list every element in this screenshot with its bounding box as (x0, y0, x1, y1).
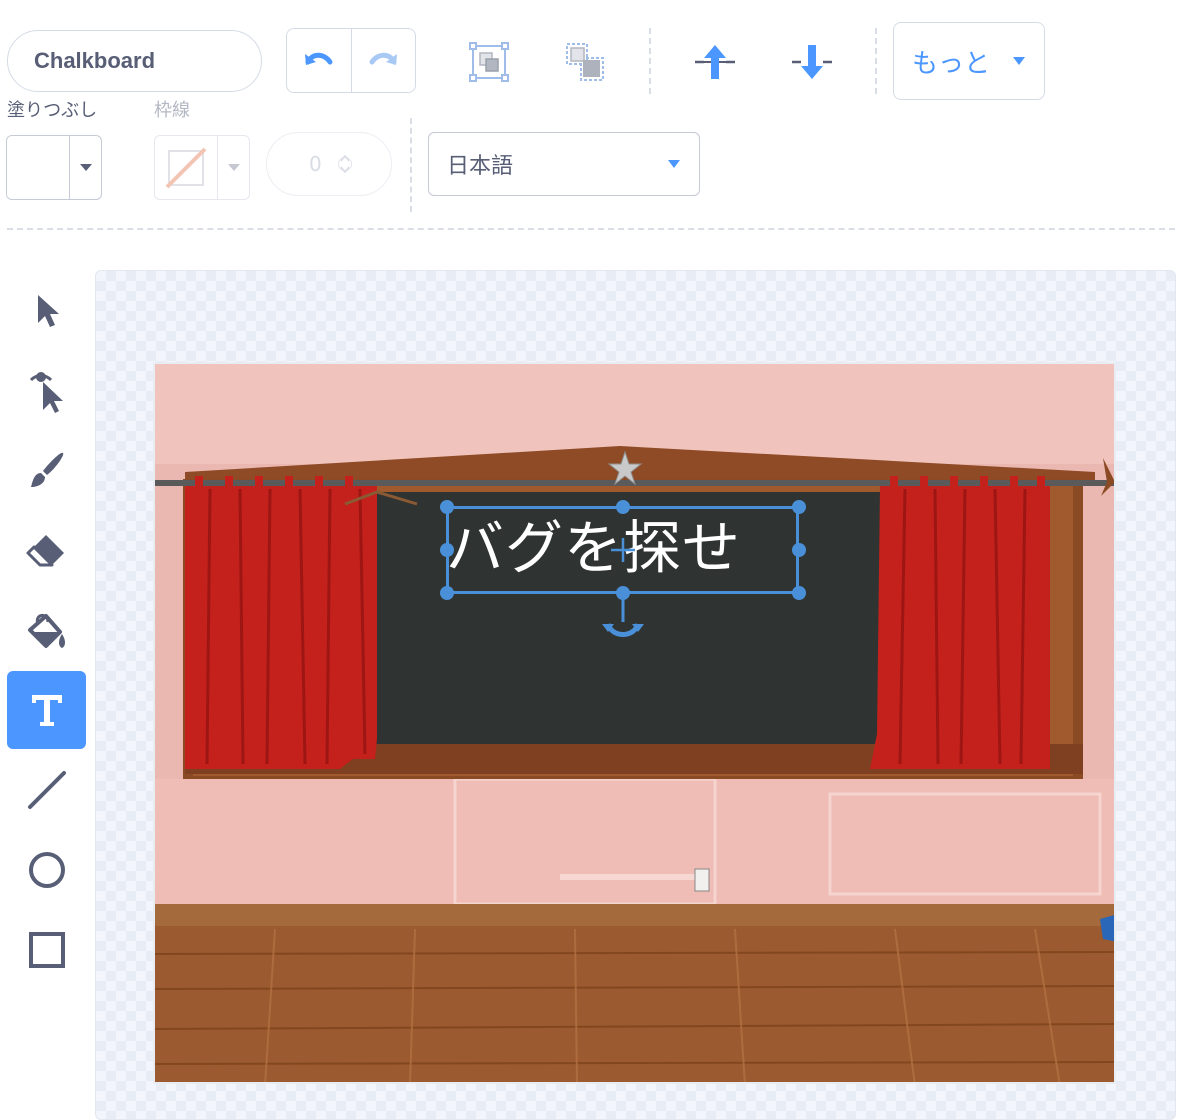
line-icon (27, 771, 66, 809)
stepper-icon (337, 154, 352, 174)
outline-color-picker[interactable] (154, 135, 250, 200)
outline-swatch (155, 136, 217, 199)
arrow-select-icon (37, 295, 59, 327)
fill-label: 塗りつぶし (7, 100, 98, 121)
paint-bucket-icon (27, 614, 65, 648)
ungroup-icon (566, 43, 604, 81)
classroom-illustration (155, 364, 1114, 1082)
group-button[interactable] (467, 40, 511, 84)
tool-select[interactable] (7, 272, 86, 350)
outline-dropdown[interactable] (217, 136, 249, 199)
resize-handle-top-left (440, 500, 454, 514)
resize-handle-bottom-left (440, 586, 454, 600)
caret-down-icon (227, 164, 240, 171)
outline-label: 枠線 (154, 100, 190, 121)
fill-color-picker[interactable] (6, 135, 102, 200)
backward-icon (792, 45, 832, 79)
tool-fill[interactable] (7, 592, 86, 670)
undo-icon (304, 52, 333, 65)
tool-text[interactable] (7, 671, 86, 749)
undo-button[interactable] (287, 29, 351, 92)
font-select[interactable]: 日本語 (428, 132, 700, 196)
toolbar-divider (875, 28, 877, 94)
text-icon (31, 695, 62, 726)
forward-icon (695, 45, 735, 79)
circle-icon (28, 852, 65, 888)
redo-icon (369, 52, 398, 65)
toolbar-divider (410, 118, 412, 212)
tool-line[interactable] (7, 751, 86, 829)
resize-handle-top-right (792, 500, 806, 514)
undo-redo-group (286, 28, 416, 93)
tool-circle[interactable] (7, 831, 86, 909)
outline-width-value: 0 (309, 152, 322, 176)
tool-eraser[interactable] (7, 512, 86, 590)
eraser-icon (26, 535, 64, 567)
brush-icon (30, 452, 63, 487)
move-handle-icon (611, 538, 635, 562)
resize-handle-bottom-right (792, 586, 806, 600)
redo-button[interactable] (350, 29, 416, 92)
no-color-icon (165, 147, 207, 188)
ungroup-button[interactable] (562, 40, 608, 84)
caret-down-icon (1013, 57, 1025, 65)
fill-dropdown[interactable] (69, 136, 101, 199)
outline-width-input[interactable]: 0 (266, 132, 392, 196)
resize-handle-right (792, 543, 806, 557)
forward-button[interactable] (692, 40, 738, 84)
font-select-value: 日本語 (447, 154, 514, 179)
resize-handle-top (616, 500, 630, 514)
reshape-icon (29, 372, 63, 413)
more-label: もっと (911, 48, 990, 79)
rectangle-icon (28, 932, 65, 968)
fill-swatch (7, 136, 69, 199)
toolbar-separator (7, 228, 1175, 230)
caret-down-icon (79, 164, 92, 171)
costume-name-input[interactable]: Chalkboard (7, 30, 262, 92)
selection-handles (440, 500, 806, 637)
tool-brush[interactable] (7, 432, 86, 510)
backward-button[interactable] (789, 40, 835, 84)
tool-rectangle[interactable] (7, 911, 86, 989)
caret-down-icon (668, 160, 680, 168)
toolbar-divider (649, 28, 651, 94)
backdrop-image (153, 362, 1116, 1084)
more-button[interactable]: もっと (893, 22, 1045, 100)
group-icon (469, 42, 509, 82)
tool-reshape[interactable] (7, 352, 86, 430)
resize-handle-left (440, 543, 454, 557)
rotate-handle-icon (602, 622, 644, 637)
